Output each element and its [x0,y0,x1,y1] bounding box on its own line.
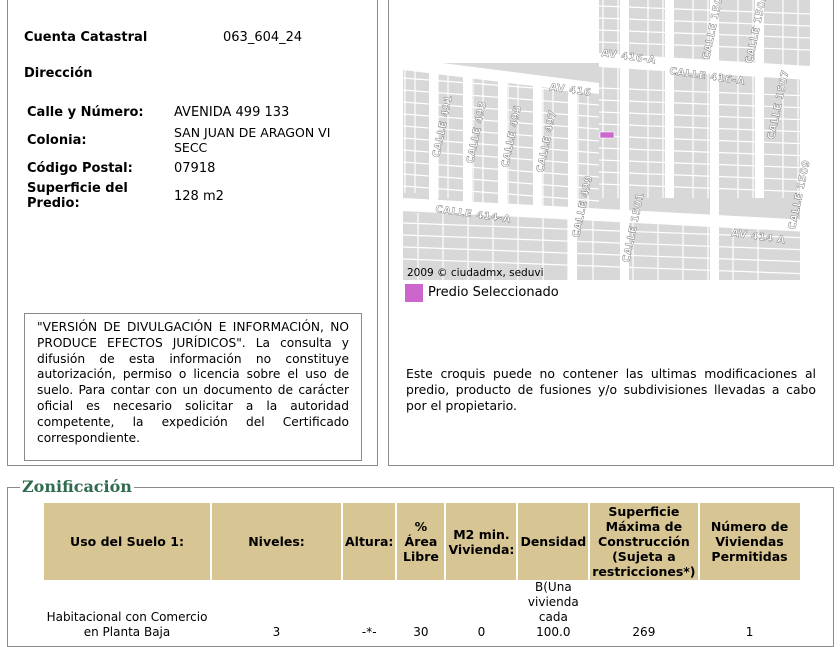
cell-numero-viviendas: 1 [745,625,754,639]
header-uso-suelo: Uso del Suelo 1: [44,503,210,580]
map-credit: 2009 © ciudadmx, seduvi [407,267,544,279]
table-header-row: Uso del Suelo 1: Niveles: Altura: % Área… [44,503,800,580]
croquis-map[interactable]: AV 416-A CALLE 416-A AV 416 CALLE 491 CA… [403,0,810,280]
cuenta-value: 063_604_24 [223,30,303,45]
zonificacion-table: Uso del Suelo 1: Niveles: Altura: % Área… [42,503,802,640]
calle-label: Calle y Número: [27,105,144,120]
zonificacion-title: Zonificación [20,477,134,496]
cell-uso-suelo: Habitacional con Comercio en Planta Baja [46,610,208,639]
cp-value: 07918 [174,161,216,176]
header-numero-viviendas: Número de Viviendas Permitidas [699,503,800,580]
cell-superficie-maxima: 269 [632,625,656,639]
colonia-value: SAN JUAN DE ARAGON VI SECC [174,125,331,155]
cell-niveles: 3 [272,625,281,639]
cell-densidad: B(Una vivienda cada 100.0 [527,580,579,639]
header-densidad: Densidad [518,503,589,580]
superficie-label: Superficie del Predio: [27,181,128,211]
header-superficie-maxima: Superficie Máxima de Construcción (Sujet… [590,503,698,580]
header-m2-vivienda: M2 min. Vivienda: [446,503,517,580]
legend-swatch [405,284,423,302]
map-panel: AV 416-A CALLE 416-A AV 416 CALLE 491 CA… [388,0,834,466]
cuenta-label: Cuenta Catastral [24,30,148,45]
cell-m2-vivienda: 0 [477,625,486,639]
cell-altura: -*- [361,625,377,639]
calle-value: AVENIDA 499 133 [174,105,290,120]
legend-label: Predio Seleccionado [428,285,559,300]
disclaimer-box: "VERSIÓN DE DIVULGACIÓN E INFORMACIÓN, N… [24,313,362,461]
header-niveles: Niveles: [212,503,341,580]
direccion-heading: Dirección [24,66,93,81]
header-area-libre: % Área Libre [397,503,445,580]
header-altura: Altura: [343,503,396,580]
superficie-value: 128 m2 [174,189,224,204]
predio-info-panel: Cuenta Catastral 063_604_24 Dirección Ca… [7,0,378,466]
colonia-label: Colonia: [27,133,87,148]
croquis-note: Este croquis puede no contener las ultim… [406,366,816,413]
cp-label: Código Postal: [27,161,133,176]
cell-area-libre: 30 [413,625,429,639]
table-row: Habitacional con Comercio en Planta Baja… [44,580,800,640]
